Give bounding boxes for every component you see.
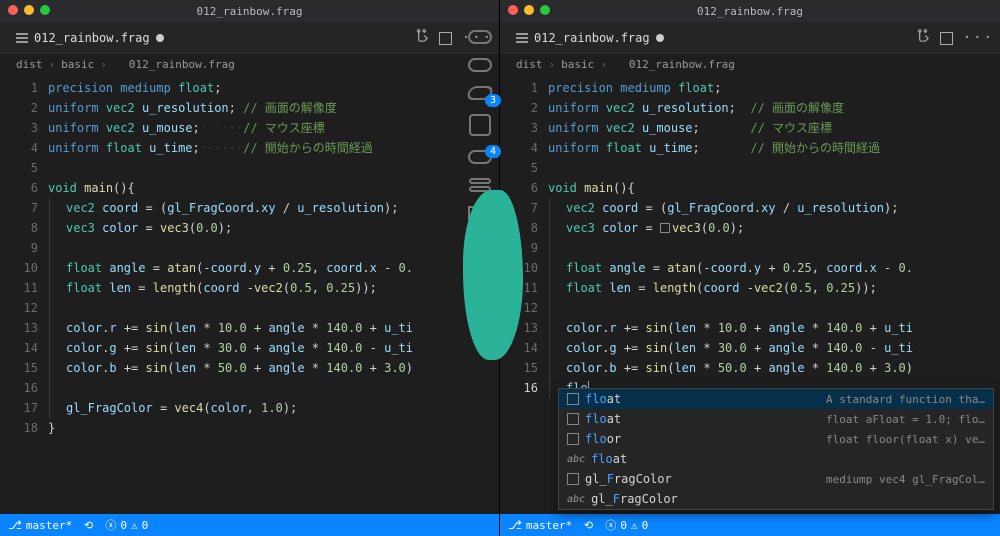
file-icon — [613, 60, 623, 68]
sync-button[interactable]: ⟳ — [584, 519, 593, 532]
suggestion-item[interactable]: abc gl_FragColor — [559, 489, 993, 509]
suggestion-label: gl_FragColor — [585, 472, 672, 486]
breadcrumb-part[interactable]: 012_rainbow.frag — [129, 58, 235, 71]
problems[interactable]: ⓧ0 ⚠0 — [605, 517, 648, 533]
suggestion-item[interactable]: floor float floor(float x) ve… — [559, 429, 993, 449]
tab-label: 012_rainbow.frag — [534, 31, 650, 45]
breadcrumb-part[interactable]: 012_rainbow.frag — [629, 58, 735, 71]
suggestion-label: float — [585, 392, 621, 406]
sync-button[interactable]: ⟳ — [84, 519, 93, 532]
statusbar: ⎇ master* ⟳ ⓧ0 ⚠0 — [500, 514, 1000, 536]
suggestion-label: gl_FragColor — [591, 492, 678, 506]
suggestion-item[interactable]: gl_FragColor mediump vec4 gl_FragCol… — [559, 469, 993, 489]
minimize-window-icon[interactable] — [24, 5, 34, 15]
code-body[interactable]: precision mediump float;uniform vec2 u_r… — [48, 74, 499, 514]
breadcrumb[interactable]: dist › basic › 012_rainbow.frag — [0, 54, 499, 74]
titlebar: 012_rainbow.frag — [500, 0, 1000, 22]
compare-changes-icon[interactable] — [915, 29, 930, 48]
git-branch[interactable]: ⎇ master* — [8, 518, 72, 532]
tabbar: 012_rainbow.frag ··· — [0, 22, 499, 54]
minimize-window-icon[interactable] — [524, 5, 534, 15]
editor-pane-left: 012_rainbow.frag 012_rainbow.frag ··· di… — [0, 0, 500, 536]
line-badge[interactable]: 3 — [485, 94, 501, 107]
git-branch[interactable]: ⎇ master* — [508, 518, 572, 532]
line-badge[interactable]: 4 — [485, 145, 501, 158]
symbol-kind-icon — [567, 433, 579, 445]
zoom-window-icon[interactable] — [40, 5, 50, 15]
line-gutter: 123456789101112131415161718 — [0, 74, 48, 514]
breadcrumb-part[interactable]: basic — [61, 58, 94, 71]
shape-icon — [468, 30, 492, 44]
suggestion-item[interactable]: float A standard function tha… — [559, 389, 993, 409]
tab-file[interactable]: 012_rainbow.frag — [6, 22, 174, 54]
window-traffic-lights[interactable] — [508, 5, 550, 15]
suggestion-label: float — [591, 452, 627, 466]
suggestion-item[interactable]: float float aFloat = 1.0; flo… — [559, 409, 993, 429]
breadcrumb-part[interactable]: dist — [516, 58, 543, 71]
sync-icon: ⟳ — [84, 519, 93, 532]
code-editor[interactable]: 123456789101112131415161718 precision me… — [0, 74, 499, 514]
more-actions-icon[interactable]: ··· — [963, 30, 994, 46]
chevron-right-icon: › — [49, 58, 56, 71]
branch-icon: ⎇ — [508, 518, 522, 532]
chevron-right-icon: › — [549, 58, 556, 71]
error-icon: ⓧ — [105, 517, 116, 533]
tabbar: 012_rainbow.frag ··· — [500, 22, 1000, 54]
warning-icon: ⚠ — [131, 519, 138, 532]
file-icon — [113, 60, 123, 68]
close-window-icon[interactable] — [508, 5, 518, 15]
suggestion-doc: A standard function tha… — [826, 393, 985, 406]
suggestion-doc: float floor(float x) ve… — [826, 433, 985, 446]
tab-label: 012_rainbow.frag — [34, 31, 150, 45]
breadcrumb[interactable]: dist › basic › 012_rainbow.frag — [500, 54, 1000, 74]
suggestion-item[interactable]: abc float — [559, 449, 993, 469]
chevron-right-icon: › — [100, 58, 107, 71]
split-editor-icon[interactable] — [439, 32, 452, 45]
suggestion-label: float — [585, 412, 621, 426]
problems[interactable]: ⓧ0 ⚠0 — [105, 517, 148, 533]
zoom-window-icon[interactable] — [540, 5, 550, 15]
suggestion-doc: float aFloat = 1.0; flo… — [826, 413, 985, 426]
breadcrumb-part[interactable]: dist — [16, 58, 43, 71]
editor-pane-right: 012_rainbow.frag 012_rainbow.frag ··· di… — [500, 0, 1000, 536]
close-window-icon[interactable] — [8, 5, 18, 15]
text-kind-icon: abc — [567, 494, 585, 505]
sync-icon: ⟳ — [584, 519, 593, 532]
branch-icon: ⎇ — [8, 518, 22, 532]
tab-file[interactable]: 012_rainbow.frag — [506, 22, 674, 54]
window-title: 012_rainbow.frag — [697, 5, 803, 18]
file-icon — [16, 33, 28, 43]
modified-dot-icon — [656, 34, 664, 42]
titlebar: 012_rainbow.frag — [0, 0, 499, 22]
split-editor-icon[interactable] — [940, 32, 953, 45]
chevron-right-icon: › — [600, 58, 607, 71]
intellisense-popup[interactable]: floatA standard function tha…floatfloat … — [558, 388, 994, 510]
error-icon: ⓧ — [605, 517, 616, 533]
annotation-blob — [463, 190, 523, 360]
symbol-kind-icon — [567, 413, 579, 425]
file-icon — [516, 33, 528, 43]
window-title: 012_rainbow.frag — [197, 5, 303, 18]
compare-changes-icon[interactable] — [414, 29, 429, 48]
warning-icon: ⚠ — [631, 519, 638, 532]
shape-icon — [468, 58, 492, 72]
overview-badges: 3 4 — [485, 94, 501, 158]
suggestion-label: floor — [585, 432, 621, 446]
breadcrumb-part[interactable]: basic — [561, 58, 594, 71]
suggestion-doc: mediump vec4 gl_FragCol… — [826, 473, 985, 486]
window-traffic-lights[interactable] — [8, 5, 50, 15]
statusbar: ⎇ master* ⟳ ⓧ0 ⚠0 — [0, 514, 499, 536]
symbol-kind-icon — [567, 393, 579, 405]
text-kind-icon: abc — [567, 454, 585, 465]
symbol-kind-icon — [567, 473, 579, 485]
modified-dot-icon — [156, 34, 164, 42]
